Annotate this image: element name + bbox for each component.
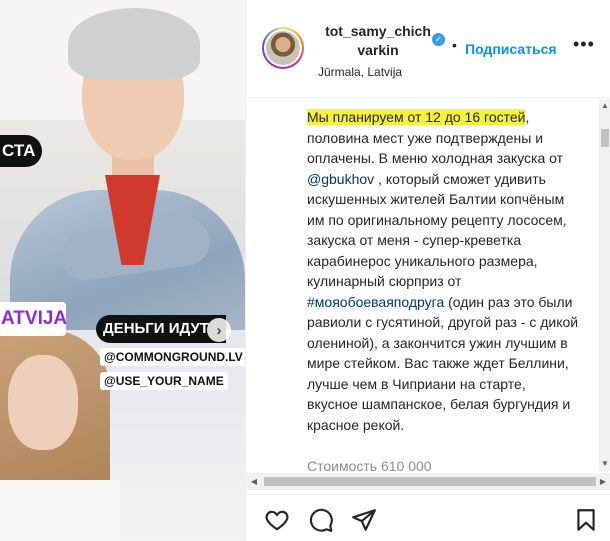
mention-link[interactable]: @gbukhov — [307, 171, 374, 187]
post-header: tot_samy_chich varkin ✓ • Подписаться ••… — [246, 0, 610, 98]
sticker-black: СТА — [0, 135, 42, 167]
bookmark-icon[interactable] — [573, 507, 599, 533]
photo-top — [0, 0, 245, 340]
highlighted-text: Мы планируем от 12 до 16 гостей — [307, 109, 526, 125]
location-link[interactable]: Jūrmala, Latvija — [318, 64, 402, 80]
caption-text: , который сможет удивить искушенных жите… — [307, 170, 567, 290]
post-media[interactable]: СТА ATVIJA ДЕНЬГИ ИДУТ @COMMONGROUND.LV … — [0, 0, 245, 541]
scroll-thumb[interactable] — [601, 129, 609, 147]
scroll-up-icon[interactable]: ▲ — [599, 99, 610, 113]
avatar[interactable] — [262, 27, 304, 69]
sticker-latvija: ATVIJA — [0, 302, 67, 336]
horizontal-scrollbar[interactable]: ◀ ▶ — [246, 473, 610, 490]
subscribe-button[interactable]: Подписаться — [465, 40, 557, 58]
post-side-panel: tot_samy_chich varkin ✓ • Подписаться ••… — [245, 0, 610, 541]
avatar-image — [266, 31, 300, 65]
verified-badge-icon: ✓ — [432, 33, 445, 46]
hashtag-link[interactable]: #мояобоеваяподруга — [307, 294, 444, 310]
separator-dot: • — [452, 37, 457, 53]
share-icon[interactable] — [351, 507, 377, 533]
caption-area: Мы планируем от 12 до 16 гостей, половин… — [246, 99, 610, 471]
heart-icon[interactable] — [264, 507, 290, 533]
caption-text: (один раз это были равиоли с гусятиной, … — [307, 293, 579, 433]
scroll-down-icon[interactable]: ▼ — [599, 457, 610, 471]
scroll-left-icon[interactable]: ◀ — [246, 473, 262, 490]
tag-commonground[interactable]: @COMMONGROUND.LV — [100, 348, 245, 366]
scroll-right-icon[interactable]: ▶ — [595, 473, 610, 490]
vertical-scrollbar[interactable]: ▲ ▼ — [599, 99, 610, 471]
comment-icon[interactable] — [308, 507, 334, 533]
post-caption: Мы планируем от 12 до 16 гостей, половин… — [307, 107, 579, 471]
action-bar — [246, 494, 610, 541]
username-link[interactable]: tot_samy_chich varkin — [318, 22, 438, 60]
more-options-icon[interactable]: ••• — [573, 35, 595, 57]
tag-use-your-name[interactable]: @USE_YOUR_NAME — [100, 372, 228, 390]
scroll-thumb-horizontal[interactable] — [264, 477, 596, 486]
chevron-right-icon[interactable]: › — [207, 318, 231, 342]
caption-tail: Стоимость 610 000 — [307, 457, 432, 472]
